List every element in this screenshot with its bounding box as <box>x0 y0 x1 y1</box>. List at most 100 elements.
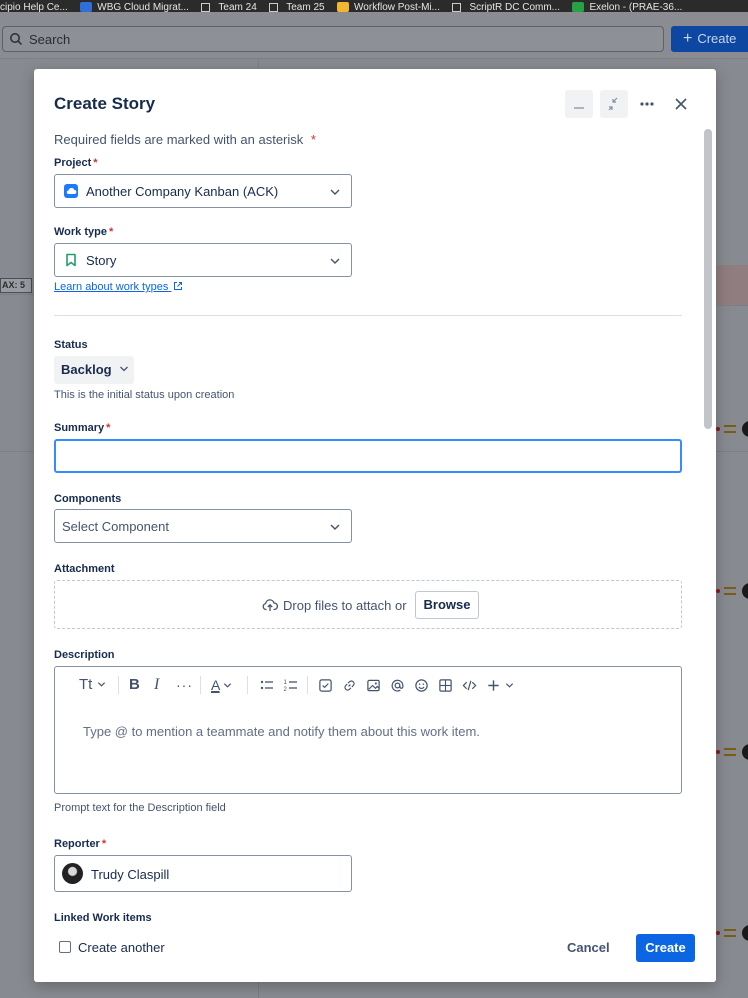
checkbox-icon <box>319 679 332 692</box>
create-another-checkbox[interactable] <box>59 941 71 953</box>
bookmark-item[interactable]: cipio Help Ce... <box>0 2 68 12</box>
work-type-select-value: Story <box>86 253 117 268</box>
components-select[interactable]: Select Component <box>54 509 352 543</box>
status-label: Status <box>54 339 88 351</box>
global-create-button[interactable]: + Create <box>671 26 748 52</box>
board-card-meta <box>716 924 748 942</box>
components-placeholder: Select Component <box>62 519 169 534</box>
chevron-down-icon <box>224 683 232 688</box>
reporter-label-text: Reporter <box>54 838 100 850</box>
board-swimlane-highlight <box>716 265 748 305</box>
toolbar-divider <box>247 676 248 694</box>
linked-work-items-label: Linked Work items <box>54 912 152 924</box>
create-button[interactable]: Create <box>636 934 695 962</box>
work-type-label-text: Work type <box>54 226 107 238</box>
required-asterisk: * <box>108 226 114 238</box>
bookmark-favicon-icon <box>572 2 585 12</box>
board-row-divider <box>0 294 34 295</box>
at-mention-icon <box>391 679 404 692</box>
more-actions-button[interactable] <box>633 90 661 118</box>
toolbar-divider <box>118 676 119 694</box>
text-color-dropdown[interactable]: A <box>211 675 232 695</box>
bookmark-item[interactable]: Exelon - (PRAE-36... <box>572 2 682 12</box>
create-another-label[interactable]: Create another <box>78 940 165 955</box>
insert-more-dropdown[interactable] <box>486 675 514 695</box>
global-create-label: Create <box>697 31 737 46</box>
priority-icon <box>716 427 720 431</box>
action-item-button[interactable] <box>318 675 333 695</box>
chevron-down-icon <box>120 366 129 372</box>
board-row-divider <box>716 305 748 306</box>
bookmark-item[interactable]: Workflow Post-Mi... <box>337 2 440 12</box>
board-card-meta <box>716 743 748 761</box>
bookmark-item[interactable]: WBG Cloud Migrat... <box>80 2 189 12</box>
more-formatting-button[interactable]: ··· <box>176 675 193 695</box>
minimize-button[interactable] <box>565 90 593 118</box>
image-button[interactable] <box>366 675 381 695</box>
folder-icon <box>201 2 211 12</box>
close-dialog-button[interactable] <box>667 90 695 118</box>
bold-button[interactable]: B <box>129 675 140 695</box>
chevron-down-icon <box>330 189 340 195</box>
bookmark-favicon-icon <box>80 2 93 12</box>
board-card-meta <box>716 420 748 438</box>
folder-icon <box>452 2 462 12</box>
numbered-list-button[interactable]: 1 2 <box>283 675 299 695</box>
link-button[interactable] <box>342 675 357 695</box>
project-select[interactable]: Another Company Kanban (ACK) <box>54 174 352 208</box>
learn-about-work-types-link[interactable]: Learn about work types <box>54 281 183 293</box>
bullet-list-button[interactable] <box>259 675 275 695</box>
board-row-divider <box>0 451 34 452</box>
search-icon <box>10 33 23 46</box>
emoji-icon <box>415 679 428 692</box>
status-dropdown-button[interactable]: Backlog <box>54 356 134 384</box>
work-type-select[interactable]: Story <box>54 243 352 277</box>
emoji-button[interactable] <box>414 675 429 695</box>
text-style-dropdown[interactable]: Tt <box>79 675 106 695</box>
image-icon <box>367 679 380 692</box>
avatar <box>742 421 748 437</box>
project-label-text: Project <box>54 157 92 169</box>
cancel-button[interactable]: Cancel <box>567 940 610 955</box>
search-placeholder: Search <box>29 32 71 47</box>
story-bookmark-icon <box>66 253 76 267</box>
chevron-down-icon <box>97 682 105 687</box>
code-button[interactable] <box>462 675 477 695</box>
avatar <box>742 925 748 941</box>
description-editor[interactable]: Tt B I ··· A 1 2 Type @ to mention a tea… <box>54 666 682 794</box>
required-asterisk: * <box>101 838 107 850</box>
medium-priority-icon <box>724 929 736 937</box>
wip-limit-badge: AX: 5 <box>0 278 32 293</box>
bookmark-favicon-icon <box>337 2 350 12</box>
bookmark-item[interactable]: Team 24 <box>201 2 257 12</box>
work-type-label: Work type * <box>54 226 113 238</box>
attachment-dropzone[interactable]: Drop files to attach or Browse <box>54 580 682 629</box>
plus-icon: + <box>683 30 693 47</box>
search-input[interactable]: Search <box>2 26 664 52</box>
table-button[interactable] <box>438 675 453 695</box>
board-card-meta <box>716 582 748 600</box>
chevron-down-icon <box>505 683 513 688</box>
browse-button[interactable]: Browse <box>415 591 479 619</box>
link-icon <box>344 680 355 691</box>
required-fields-note: Required fields are marked with an aster… <box>54 132 316 147</box>
folder-icon <box>269 2 279 12</box>
dialog-scrollbar[interactable] <box>704 129 712 429</box>
attachment-drop-text: Drop files to attach or <box>283 598 407 613</box>
summary-label-text: Summary <box>54 422 105 434</box>
reporter-select[interactable]: Trudy Claspill <box>54 855 352 892</box>
project-select-value: Another Company Kanban (ACK) <box>86 184 279 199</box>
collapse-button[interactable] <box>600 90 628 118</box>
description-label: Description <box>54 649 115 661</box>
numbered-list-icon: 1 2 <box>284 680 297 693</box>
bookmark-item[interactable]: ScriptR DC Comm... <box>452 2 560 12</box>
italic-button[interactable]: I <box>154 675 159 695</box>
avatar <box>742 583 748 599</box>
description-placeholder: Type @ to mention a teammate and notify … <box>83 724 480 739</box>
reporter-label: Reporter * <box>54 838 106 850</box>
text-style-icon: Tt <box>79 676 93 693</box>
table-icon <box>439 679 452 692</box>
summary-input[interactable] <box>54 439 682 473</box>
mention-button[interactable] <box>390 675 405 695</box>
bookmark-item[interactable]: Team 25 <box>269 2 325 12</box>
